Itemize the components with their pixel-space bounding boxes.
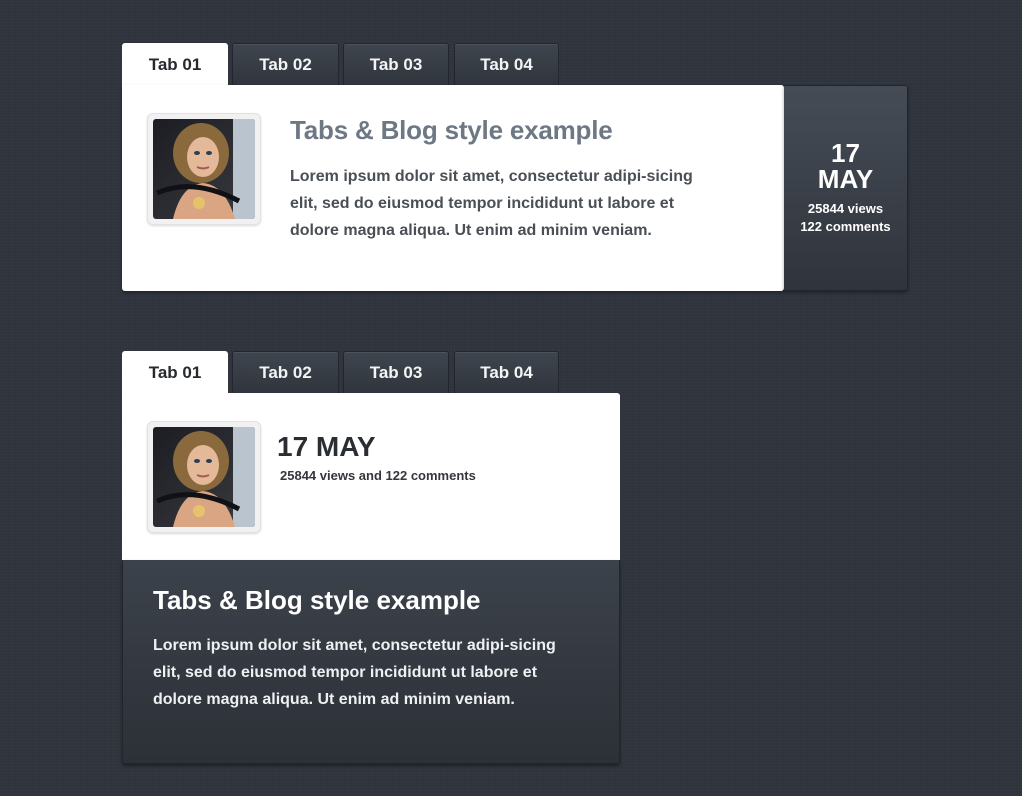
views-count: 25844 views bbox=[807, 201, 884, 216]
post-thumbnail[interactable] bbox=[147, 421, 261, 533]
photo-thumbnail-icon bbox=[153, 119, 255, 219]
tab-04[interactable]: Tab 04 bbox=[454, 43, 559, 85]
blog-widget-horizontal: Tab 01 Tab 02 Tab 03 Tab 04 Tabs & Blog … bbox=[122, 43, 908, 293]
date-panel: 17 MAY 25844 views 122 comments bbox=[784, 85, 908, 291]
post-title[interactable]: Tabs & Blog style example bbox=[290, 115, 613, 146]
tab-03[interactable]: Tab 03 bbox=[343, 43, 449, 85]
tab-02[interactable]: Tab 02 bbox=[232, 43, 339, 85]
post-title[interactable]: Tabs & Blog style example bbox=[153, 585, 481, 616]
tab-01[interactable]: Tab 01 bbox=[122, 43, 228, 86]
tab-01[interactable]: Tab 01 bbox=[122, 351, 228, 394]
date-month: MAY bbox=[817, 164, 874, 194]
tab-03[interactable]: Tab 03 bbox=[343, 351, 449, 393]
comments-count[interactable]: 122 comments bbox=[784, 218, 907, 236]
blog-widget-vertical: Tab 01 Tab 02 Tab 03 Tab 04 17 MAY 25844… bbox=[122, 351, 622, 765]
post-thumbnail[interactable] bbox=[147, 113, 261, 225]
post-body-card: Tabs & Blog style example Lorem ipsum do… bbox=[122, 560, 620, 764]
post-meta-card: 17 MAY 25844 views and 122 comments bbox=[122, 393, 620, 560]
post-excerpt: Lorem ipsum dolor sit amet, consectetur … bbox=[290, 168, 693, 239]
post-date: 17 MAY bbox=[277, 431, 376, 462]
tab-04[interactable]: Tab 04 bbox=[454, 351, 559, 393]
date-day: 17 bbox=[831, 138, 860, 168]
tab-02[interactable]: Tab 02 bbox=[232, 351, 339, 393]
photo-thumbnail-icon bbox=[153, 427, 255, 527]
post-excerpt: Lorem ipsum dolor sit amet, consectetur … bbox=[153, 637, 556, 708]
post-card: Tabs & Blog style example Lorem ipsum do… bbox=[122, 85, 784, 291]
post-stats: 25844 views and 122 comments bbox=[280, 468, 476, 483]
